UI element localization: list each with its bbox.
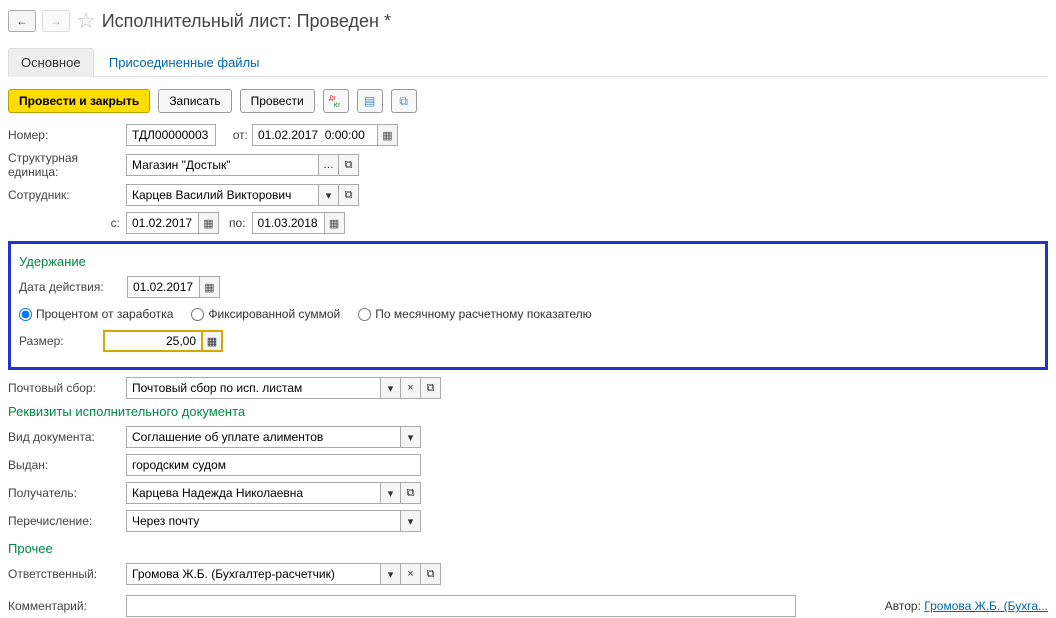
calendar-icon: ▦ bbox=[204, 281, 214, 294]
page-title: Исполнительный лист: Проведен * bbox=[102, 11, 391, 32]
period-from-input[interactable] bbox=[126, 212, 199, 234]
deduction-date-cal-button[interactable]: ▦ bbox=[200, 276, 220, 298]
tab-main[interactable]: Основное bbox=[8, 48, 94, 77]
open-icon: ⧉ bbox=[345, 189, 353, 202]
unit-label: Структурная единица: bbox=[8, 151, 126, 179]
deduction-title: Удержание bbox=[19, 254, 1037, 269]
size-label: Размер: bbox=[19, 334, 103, 348]
close-icon: × bbox=[407, 568, 413, 580]
structure-icon: ⧉ bbox=[399, 94, 408, 109]
calc-icon: ▦ bbox=[207, 335, 217, 348]
post-button[interactable]: Провести bbox=[240, 89, 315, 113]
calendar-icon: ▦ bbox=[382, 129, 392, 142]
chevron-down-icon: ▾ bbox=[326, 189, 332, 202]
period-to-label: по: bbox=[219, 216, 252, 230]
recipient-label: Получатель: bbox=[8, 486, 126, 500]
responsible-open-button[interactable]: ⧉ bbox=[421, 563, 441, 585]
back-button[interactable]: ← bbox=[8, 10, 36, 32]
calendar-button[interactable]: ▦ bbox=[378, 124, 398, 146]
unit-open-button[interactable]: ⧉ bbox=[339, 154, 359, 176]
responsible-dropdown-button[interactable]: ▾ bbox=[381, 563, 401, 585]
deduction-section: Удержание Дата действия: ▦ Процентом от … bbox=[8, 241, 1048, 370]
chevron-down-icon: ▾ bbox=[388, 568, 394, 581]
author-label: Автор: bbox=[885, 599, 921, 613]
period-from-label: с: bbox=[8, 216, 126, 230]
radio-monthly[interactable]: По месячному расчетному показателю bbox=[358, 307, 591, 321]
postal-label: Почтовый сбор: bbox=[8, 381, 126, 395]
star-icon[interactable]: ☆ bbox=[76, 8, 96, 34]
employee-label: Сотрудник: bbox=[8, 188, 126, 202]
recipient-input[interactable] bbox=[126, 482, 381, 504]
employee-open-button[interactable]: ⧉ bbox=[339, 184, 359, 206]
period-from-cal-button[interactable]: ▦ bbox=[199, 212, 219, 234]
responsible-label: Ответственный: bbox=[8, 567, 126, 581]
postal-open-button[interactable]: ⧉ bbox=[421, 377, 441, 399]
radio-fixed[interactable]: Фиксированной суммой bbox=[191, 307, 340, 321]
issued-label: Выдан: bbox=[8, 458, 126, 472]
dots-icon: … bbox=[323, 159, 334, 171]
requisites-title: Реквизиты исполнительного документа bbox=[8, 404, 1048, 419]
author-link[interactable]: Громова Ж.Б. (Бухга... bbox=[924, 599, 1048, 613]
period-to-cal-button[interactable]: ▦ bbox=[325, 212, 345, 234]
dtkt-icon: ДтКт bbox=[329, 94, 343, 108]
unit-input[interactable] bbox=[126, 154, 319, 176]
chevron-down-icon: ▾ bbox=[388, 487, 394, 500]
close-icon: × bbox=[407, 382, 413, 394]
report-button[interactable]: ▤ bbox=[357, 89, 383, 113]
author-block: Автор: Громова Ж.Б. (Бухга... bbox=[885, 599, 1048, 613]
size-calc-button[interactable]: ▦ bbox=[203, 330, 223, 352]
calendar-icon: ▦ bbox=[203, 217, 213, 230]
arrow-left-icon: ← bbox=[16, 14, 28, 28]
chevron-down-icon: ▾ bbox=[388, 382, 394, 395]
open-icon: ⧉ bbox=[407, 487, 415, 500]
responsible-input[interactable] bbox=[126, 563, 381, 585]
arrow-right-icon: → bbox=[50, 14, 62, 28]
doctype-dropdown-button[interactable]: ▾ bbox=[401, 426, 421, 448]
number-label: Номер: bbox=[8, 128, 126, 142]
doctype-label: Вид документа: bbox=[8, 430, 126, 444]
size-input[interactable] bbox=[103, 330, 203, 352]
recipient-dropdown-button[interactable]: ▾ bbox=[381, 482, 401, 504]
save-button[interactable]: Записать bbox=[158, 89, 231, 113]
transfer-input[interactable] bbox=[126, 510, 401, 532]
number-input[interactable] bbox=[126, 124, 216, 146]
postal-clear-button[interactable]: × bbox=[401, 377, 421, 399]
postal-input[interactable] bbox=[126, 377, 381, 399]
deduction-date-input[interactable] bbox=[127, 276, 200, 298]
open-icon: ⧉ bbox=[427, 382, 435, 395]
comment-input[interactable] bbox=[126, 595, 796, 617]
period-to-input[interactable] bbox=[252, 212, 325, 234]
date-from-label: от: bbox=[216, 128, 252, 142]
toolbar: Провести и закрыть Записать Провести ДтК… bbox=[8, 89, 1048, 113]
post-and-close-button[interactable]: Провести и закрыть bbox=[8, 89, 150, 113]
dtkt-button[interactable]: ДтКт bbox=[323, 89, 349, 113]
structure-button[interactable]: ⧉ bbox=[391, 89, 417, 113]
responsible-clear-button[interactable]: × bbox=[401, 563, 421, 585]
transfer-label: Перечисление: bbox=[8, 514, 126, 528]
calendar-icon: ▦ bbox=[329, 217, 339, 230]
tab-bar: Основное Присоединенные файлы bbox=[8, 48, 1048, 77]
comment-label: Комментарий: bbox=[8, 599, 126, 613]
doctype-input[interactable] bbox=[126, 426, 401, 448]
employee-input[interactable] bbox=[126, 184, 319, 206]
postal-dropdown-button[interactable]: ▾ bbox=[381, 377, 401, 399]
chevron-down-icon: ▾ bbox=[408, 515, 414, 528]
tab-files[interactable]: Присоединенные файлы bbox=[97, 49, 272, 76]
open-icon: ⧉ bbox=[345, 159, 353, 172]
issued-input[interactable] bbox=[126, 454, 421, 476]
employee-dropdown-button[interactable]: ▾ bbox=[319, 184, 339, 206]
transfer-dropdown-button[interactable]: ▾ bbox=[401, 510, 421, 532]
recipient-open-button[interactable]: ⧉ bbox=[401, 482, 421, 504]
svg-text:Дт: Дт bbox=[329, 96, 336, 102]
unit-select-button[interactable]: … bbox=[319, 154, 339, 176]
deduction-date-label: Дата действия: bbox=[19, 280, 127, 294]
forward-button[interactable]: → bbox=[42, 10, 70, 32]
document-icon: ▤ bbox=[364, 94, 375, 108]
date-input[interactable] bbox=[252, 124, 378, 146]
radio-percent[interactable]: Процентом от заработка bbox=[19, 307, 173, 321]
chevron-down-icon: ▾ bbox=[408, 431, 414, 444]
svg-text:Кт: Кт bbox=[334, 103, 340, 108]
open-icon: ⧉ bbox=[427, 568, 435, 581]
